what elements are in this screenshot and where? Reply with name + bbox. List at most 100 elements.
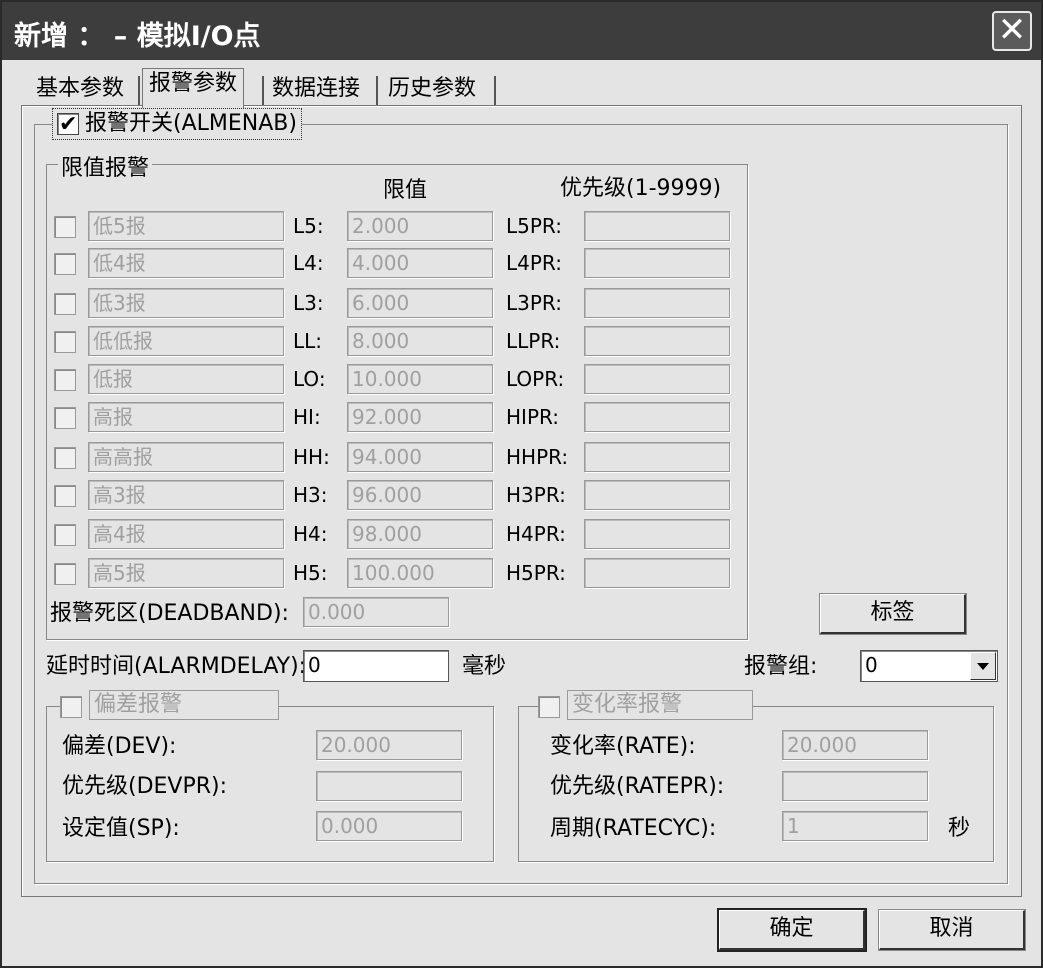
priority-code-label: HIPR: — [506, 405, 560, 429]
rate-alarm-checkbox[interactable] — [538, 696, 560, 718]
limit-code-label: H3: — [293, 483, 328, 507]
ratecyc-input[interactable]: 1 — [782, 811, 928, 841]
devpr-label: 优先级(DEVPR): — [62, 774, 228, 799]
priority-input[interactable] — [584, 288, 730, 318]
limit-code-label: HI: — [293, 405, 321, 429]
close-button[interactable]: ✕ — [992, 11, 1032, 51]
limit-value-input[interactable]: 94.000 — [347, 442, 493, 472]
priority-input[interactable] — [584, 248, 730, 278]
limit-code-label: LL: — [293, 329, 323, 353]
delay-label: 延时时间(ALARMDELAY): — [46, 654, 307, 679]
limit-alarm-name-field[interactable]: 低报 — [88, 364, 284, 394]
deadband-label: 报警死区(DEADBAND): — [50, 601, 289, 626]
tab-separator — [138, 76, 140, 106]
dev-input[interactable]: 20.000 — [316, 730, 462, 760]
alarm-switch-label: 报警开关(ALMENAB) — [85, 111, 297, 136]
devpr-input[interactable] — [316, 771, 462, 801]
ratepr-input[interactable] — [782, 771, 928, 801]
delay-input[interactable]: 0 — [303, 650, 449, 682]
limit-value-input[interactable]: 4.000 — [347, 248, 493, 278]
cancel-button[interactable]: 取消 — [878, 909, 1026, 951]
limit-alarm-name-field[interactable]: 低5报 — [88, 211, 284, 241]
limit-alarm-name-field[interactable]: 高4报 — [88, 519, 284, 549]
tab-basic-params[interactable]: 基本参数 — [30, 74, 130, 108]
limit-value-input[interactable]: 92.000 — [347, 402, 493, 432]
limit-alarm-checkbox[interactable] — [54, 485, 76, 507]
dev-label: 偏差(DEV): — [62, 734, 177, 759]
alarm-switch-checkbox[interactable]: ✔ — [57, 112, 79, 137]
priority-code-label: HHPR: — [506, 445, 569, 469]
rate-alarm-title: 变化率报警 — [567, 690, 753, 720]
deviation-alarm-header: 偏差报警 — [60, 690, 279, 720]
rate-input[interactable]: 20.000 — [782, 730, 928, 760]
limit-alarm-name-field[interactable]: 低4报 — [88, 248, 284, 278]
tab-separator — [262, 76, 264, 106]
limit-alarm-checkbox[interactable] — [54, 253, 76, 275]
ratepr-label: 优先级(RATEPR): — [550, 774, 725, 799]
tab-history-params[interactable]: 历史参数 — [382, 74, 482, 108]
alarm-switch[interactable]: ✔ 报警开关(ALMENAB) — [52, 108, 302, 140]
limit-code-label: L5: — [293, 214, 324, 238]
ok-button[interactable]: 确定 — [717, 908, 867, 952]
limit-code-label: L3: — [293, 291, 324, 315]
limit-value-input[interactable]: 98.000 — [347, 519, 493, 549]
check-icon: ✔ — [59, 112, 78, 137]
alarm-group-select[interactable]: 0 — [860, 650, 998, 682]
deviation-alarm-title: 偏差报警 — [89, 690, 279, 720]
limit-value-input[interactable]: 100.000 — [347, 558, 493, 588]
limit-code-label: H4: — [293, 522, 328, 546]
limit-alarm-name-field[interactable]: 高3报 — [88, 480, 284, 510]
limit-value-input[interactable]: 10.000 — [347, 364, 493, 394]
tab-separator — [376, 76, 378, 106]
alarm-group-dropdown-button[interactable] — [970, 652, 996, 680]
priority-code-label: L3PR: — [506, 291, 562, 315]
sp-label: 设定值(SP): — [62, 816, 180, 841]
limit-alarm-name-field[interactable]: 低低报 — [88, 326, 284, 356]
limit-alarm-group-title: 限值报警 — [58, 150, 153, 182]
tag-button[interactable]: 标签 — [819, 593, 967, 635]
priority-input[interactable] — [584, 558, 730, 588]
priority-input[interactable] — [584, 402, 730, 432]
sp-input[interactable]: 0.000 — [316, 811, 462, 841]
ratecyc-unit: 秒 — [948, 816, 971, 841]
priority-code-label: H4PR: — [506, 522, 566, 546]
limit-alarm-checkbox[interactable] — [54, 216, 76, 238]
limit-alarm-name-field[interactable]: 高报 — [88, 402, 284, 432]
limit-code-label: HH: — [293, 445, 330, 469]
limit-alarm-name-field[interactable]: 高高报 — [88, 442, 284, 472]
priority-code-label: L4PR: — [506, 251, 562, 275]
limit-alarm-checkbox[interactable] — [54, 407, 76, 429]
limit-column-header: 限值 — [383, 178, 428, 203]
limit-value-input[interactable]: 8.000 — [347, 326, 493, 356]
limit-value-input[interactable]: 2.000 — [347, 211, 493, 241]
priority-code-label: LLPR: — [506, 329, 561, 353]
limit-value-input[interactable]: 96.000 — [347, 480, 493, 510]
title-bar: 新增 ： – 模拟I/O点 ✕ — [2, 2, 1041, 60]
tab-data-connection[interactable]: 数据连接 — [266, 74, 366, 108]
limit-alarm-name-field[interactable]: 低3报 — [88, 288, 284, 318]
tab-alarm-params[interactable]: 报警参数 — [142, 68, 245, 108]
limit-alarm-checkbox[interactable] — [54, 293, 76, 315]
limit-alarm-checkbox[interactable] — [54, 369, 76, 391]
priority-input[interactable] — [584, 364, 730, 394]
priority-input[interactable] — [584, 519, 730, 549]
limit-alarm-checkbox[interactable] — [54, 331, 76, 353]
priority-input[interactable] — [584, 326, 730, 356]
alarm-group-label: 报警组: — [744, 654, 818, 679]
priority-input[interactable] — [584, 211, 730, 241]
alarm-group-value: 0 — [865, 653, 878, 677]
limit-alarm-checkbox[interactable] — [54, 447, 76, 469]
deviation-alarm-checkbox[interactable] — [60, 696, 82, 718]
limit-alarm-checkbox[interactable] — [54, 563, 76, 585]
deadband-input[interactable]: 0.000 — [303, 597, 449, 627]
rate-alarm-header: 变化率报警 — [538, 690, 753, 720]
limit-alarm-name-field[interactable]: 高5报 — [88, 558, 284, 588]
limit-alarm-checkbox[interactable] — [54, 524, 76, 546]
limit-code-label: L4: — [293, 251, 324, 275]
priority-code-label: H3PR: — [506, 483, 566, 507]
delay-unit: 毫秒 — [462, 654, 507, 679]
priority-input[interactable] — [584, 480, 730, 510]
priority-input[interactable] — [584, 442, 730, 472]
limit-value-input[interactable]: 6.000 — [347, 288, 493, 318]
window-title: 新增 ： – 模拟I/O点 — [14, 21, 261, 52]
